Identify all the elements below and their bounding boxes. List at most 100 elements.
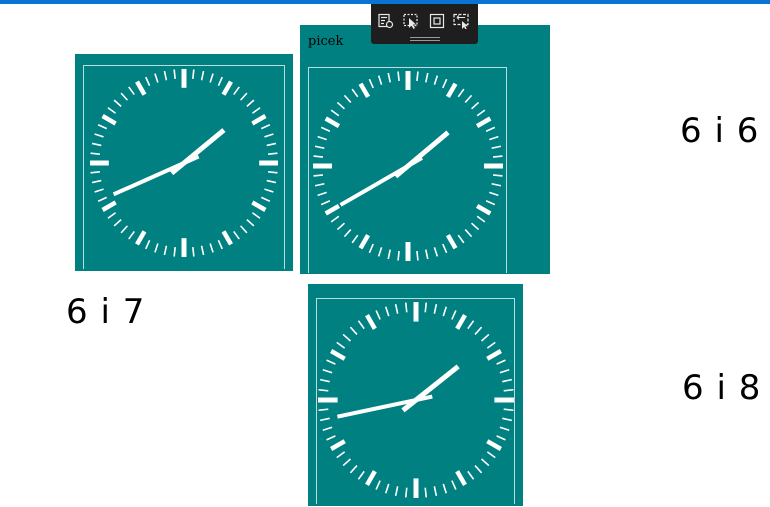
clock-minute-mark bbox=[246, 99, 255, 107]
clock-minute-mark bbox=[320, 200, 331, 206]
clock-minute-mark bbox=[209, 243, 214, 253]
clock-minute-mark bbox=[476, 215, 486, 223]
clock-minute-mark bbox=[260, 196, 271, 202]
clock-minute-mark bbox=[384, 483, 390, 494]
clock-minute-mark bbox=[330, 109, 340, 117]
clock-hour-mark bbox=[475, 203, 492, 216]
clock-minute-mark bbox=[424, 72, 429, 83]
clock-minute-mark bbox=[489, 135, 499, 141]
clock-minute-mark bbox=[442, 78, 448, 89]
clock-minute-mark bbox=[154, 73, 159, 83]
clock-minute-mark bbox=[91, 142, 102, 147]
clock-minute-mark bbox=[319, 417, 330, 422]
clock-minute-mark bbox=[251, 212, 261, 219]
clock-hour-mark bbox=[101, 114, 117, 126]
clock-minute-mark bbox=[464, 229, 473, 238]
clock-minute-mark bbox=[349, 326, 358, 335]
clock-hour-mark bbox=[324, 116, 341, 129]
label-6-7: 6 i 7 bbox=[66, 292, 146, 332]
clock-minute-mark bbox=[424, 302, 428, 313]
clock-minute-mark bbox=[467, 320, 475, 330]
clock-minute-mark bbox=[260, 124, 271, 130]
clock-minute-mark bbox=[90, 152, 100, 155]
track-focus-button[interactable] bbox=[452, 11, 472, 31]
clock-hour-mark bbox=[445, 82, 458, 99]
clock-minute-mark bbox=[336, 101, 345, 110]
clock-minute-mark bbox=[368, 78, 374, 89]
clock-minute-mark bbox=[192, 247, 195, 257]
in-app-debug-toolbar[interactable] bbox=[371, 4, 478, 44]
clock-minute-mark bbox=[377, 75, 383, 85]
clock-hour-mark bbox=[135, 80, 147, 96]
clock-minute-mark bbox=[424, 487, 428, 498]
clock-minute-mark bbox=[90, 171, 100, 174]
clock-minute-mark bbox=[97, 196, 108, 202]
clock-hour-mark bbox=[251, 114, 267, 126]
clock-minute-mark bbox=[173, 69, 176, 79]
clock-hour-mark bbox=[251, 200, 267, 212]
clock-minute-mark bbox=[113, 219, 122, 227]
clock-minute-mark bbox=[314, 182, 325, 187]
clock-minute-mark bbox=[145, 239, 151, 250]
clock-minute-mark bbox=[467, 470, 475, 480]
clock-minute-mark bbox=[209, 73, 214, 83]
clock-minute-mark bbox=[107, 212, 117, 219]
clock-minute-mark bbox=[113, 99, 122, 107]
clock-minute-mark bbox=[486, 451, 496, 459]
clock-hour-mark bbox=[330, 439, 346, 451]
clock-minute-mark bbox=[319, 378, 330, 383]
clock-hour-mark bbox=[475, 116, 492, 129]
clock-minute-mark bbox=[464, 94, 473, 103]
clock-minute-mark bbox=[246, 219, 255, 227]
clock-tile-6-7[interactable] bbox=[75, 54, 293, 271]
clock-minute-mark bbox=[496, 359, 506, 365]
clock-minute-mark bbox=[128, 230, 135, 240]
clock-minute-mark bbox=[343, 229, 352, 238]
clock-minute-mark bbox=[368, 243, 374, 254]
clock-hour-mark bbox=[486, 349, 502, 361]
clock-minute-mark bbox=[433, 486, 438, 497]
display-layout-adorners-button[interactable] bbox=[427, 11, 447, 31]
toolbar-drag-grip[interactable] bbox=[410, 37, 440, 41]
select-element-button[interactable] bbox=[401, 11, 421, 31]
clock-tile-6-6[interactable]: picek bbox=[300, 25, 550, 274]
clock-minute-mark bbox=[485, 200, 496, 206]
clock-minute-mark bbox=[491, 145, 502, 150]
label-6-8: 6 i 8 bbox=[682, 368, 762, 408]
clock-minute-mark bbox=[433, 303, 438, 314]
clock-minute-mark bbox=[200, 70, 205, 81]
clock-hour-mark bbox=[135, 230, 147, 246]
clock-tile-6-8[interactable] bbox=[308, 284, 523, 506]
clock-minute-mark bbox=[120, 225, 128, 234]
clock-hour-hand bbox=[401, 364, 460, 413]
clock-minute-mark bbox=[416, 71, 419, 82]
clock-minute-mark bbox=[387, 249, 392, 260]
clock-hour-mark bbox=[330, 349, 346, 361]
clock-minute-mark bbox=[451, 480, 457, 490]
clock-minute-mark bbox=[375, 310, 381, 320]
clock-minute-mark bbox=[91, 179, 102, 184]
clock-minute-mark bbox=[326, 435, 336, 441]
clock-hour-mark bbox=[358, 233, 371, 250]
clock-minute-mark bbox=[264, 133, 274, 138]
clock-minute-mark bbox=[313, 155, 324, 158]
clock-minute-mark bbox=[375, 480, 381, 490]
select-element-icon bbox=[403, 13, 418, 29]
clock-minute-mark bbox=[502, 378, 513, 383]
clock-minute-mark bbox=[94, 188, 104, 193]
clock-minute-mark bbox=[343, 94, 352, 103]
clock-minute-mark bbox=[318, 408, 329, 412]
clock-minute-mark bbox=[322, 368, 333, 374]
clock-minute-mark bbox=[264, 188, 274, 193]
clock-minute-mark bbox=[326, 359, 336, 365]
clock-minute-mark bbox=[486, 341, 496, 349]
clock-minute-mark bbox=[128, 86, 135, 96]
live-visual-tree-button[interactable] bbox=[376, 11, 396, 31]
analog-clock-face bbox=[90, 69, 278, 257]
clock-minute-mark bbox=[217, 239, 223, 250]
live-visual-tree-icon bbox=[378, 13, 394, 29]
clock-minute-mark bbox=[145, 76, 151, 87]
clock-minute-mark bbox=[336, 222, 345, 231]
clock-minute-mark bbox=[457, 88, 465, 98]
display-layout-adorners-icon bbox=[429, 13, 445, 29]
